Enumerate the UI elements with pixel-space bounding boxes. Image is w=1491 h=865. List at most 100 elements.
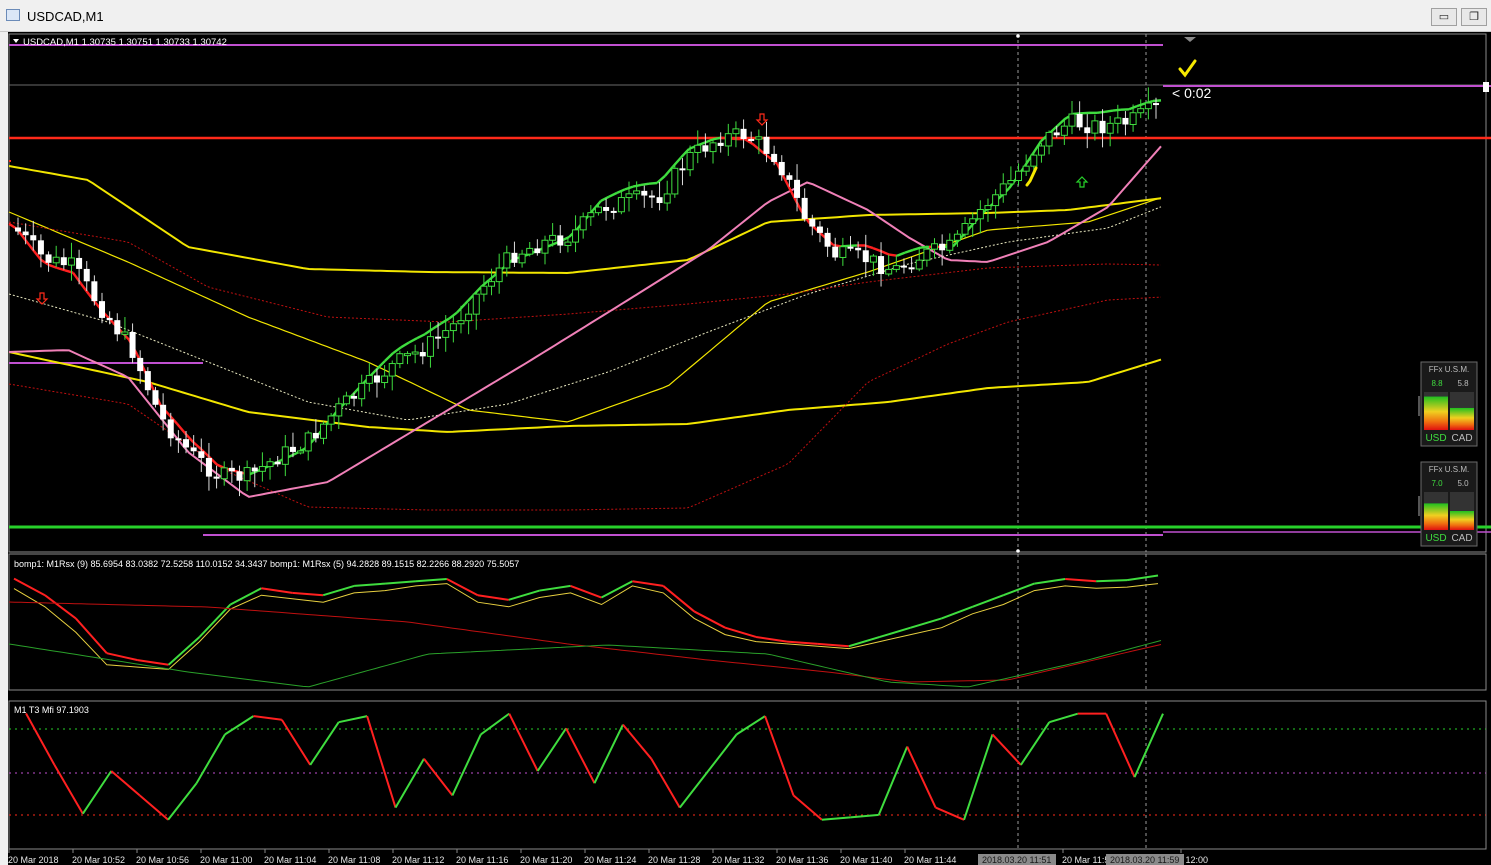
cursor-dot	[1016, 34, 1020, 38]
candle-body	[480, 285, 488, 295]
mfi-segment	[195, 733, 226, 784]
dropdown-triangle-icon[interactable]	[13, 39, 19, 43]
candle-body	[30, 235, 37, 241]
candle-body	[572, 229, 580, 243]
candle-body	[297, 450, 305, 454]
candle-body	[1037, 145, 1045, 156]
candle-body	[266, 461, 274, 468]
rsx-5-segment	[415, 577, 447, 583]
candle-body	[373, 375, 380, 383]
candle-body	[236, 471, 243, 481]
time-label: r 12:00	[1180, 855, 1208, 865]
candle-body	[1015, 170, 1023, 181]
rsx-indicator-label: bomp1: M1Rsx (9) 85.6954 83.0382 72.5258…	[14, 559, 519, 569]
mfi-segment	[224, 715, 254, 736]
scroll-marker-icon[interactable]	[1184, 37, 1196, 42]
candle-body	[99, 301, 106, 318]
candle-body	[832, 246, 839, 258]
candle-body	[60, 257, 67, 266]
candle-body	[869, 255, 877, 263]
usm-cad-bar	[1450, 407, 1474, 430]
rsx-5-segment	[910, 617, 942, 629]
time-label: 20 Mar 10:56	[136, 855, 189, 865]
candle-body	[603, 207, 610, 211]
rsx-5-segment	[786, 640, 818, 645]
fast-ma-segment	[880, 249, 890, 256]
candle-body	[258, 466, 266, 472]
candle-body	[22, 231, 29, 236]
rsx-5-segment	[137, 659, 169, 666]
candle-body	[900, 265, 907, 268]
rsx-slow-line	[8, 640, 1162, 688]
usm-usd-value: 8.8	[1431, 379, 1443, 388]
time-axis: 20 Mar 2018 20 Mar 10:52 20 Mar 10:56 20 Ma…	[8, 849, 1208, 865]
candle-body	[778, 161, 785, 176]
candle-body	[419, 352, 426, 357]
candle-body	[847, 246, 854, 249]
rsx-5-segment	[198, 603, 232, 638]
mfi-segment	[935, 806, 965, 821]
candle-body	[312, 432, 319, 439]
fast-ma-segment	[600, 195, 610, 202]
candle-body	[335, 403, 343, 417]
candle-body	[839, 246, 847, 258]
candle-body	[579, 216, 587, 231]
chart-window-icon	[6, 9, 20, 21]
candle-body	[67, 257, 75, 266]
rsx-5-segment	[354, 582, 386, 587]
minimize-button[interactable]: ▭	[1431, 8, 1457, 26]
rsx-9-line	[13, 583, 1159, 670]
rsx-panel-border	[8, 553, 1487, 691]
fast-ma-segment	[640, 182, 650, 187]
candle-body	[633, 190, 641, 195]
time-label: 20 Mar 11:04	[264, 855, 316, 865]
candle-body	[304, 432, 312, 452]
candle-body	[587, 212, 595, 218]
usm-side-marker	[1418, 496, 1420, 516]
candle-body	[243, 467, 251, 482]
usm-usd-label: USD	[1425, 533, 1446, 544]
candle-body	[167, 419, 174, 439]
restore-button[interactable]: ❐	[1461, 8, 1487, 26]
candle-body	[724, 133, 732, 147]
fast-ma-segment	[1112, 108, 1122, 112]
fast-ma-segment	[608, 191, 618, 198]
candle-body	[732, 128, 740, 135]
candle-body	[220, 467, 228, 480]
fast-ma-segment	[904, 248, 914, 254]
candle-body	[137, 357, 144, 372]
mfi-segment	[53, 764, 84, 815]
rsx-5-segment	[477, 594, 509, 601]
mfi-segment	[792, 794, 823, 821]
candle-body	[388, 363, 396, 377]
usm-widget: FFx U.S.M. 7.0 5.0 USD CAD	[1418, 461, 1478, 547]
candle-body	[740, 128, 747, 139]
rsx-5-segment	[44, 594, 77, 620]
rsx-5-segment	[1065, 577, 1097, 583]
time-label: 20 Mar 10:52	[72, 855, 125, 865]
checkmark-icon	[1178, 59, 1197, 78]
usm-cad-bar	[1450, 511, 1474, 530]
rsx-5-segment	[693, 610, 726, 629]
rsx-5-segment	[972, 594, 1004, 608]
candle-body	[557, 235, 564, 246]
usm-side-marker	[1418, 396, 1420, 416]
chart-canvas[interactable]: USDCAD,M1 1.30735 1.30751 1.30733 1.3074…	[8, 32, 1491, 865]
candle-body	[465, 313, 473, 322]
mfi-segment	[678, 770, 709, 809]
fast-ma-segment	[432, 322, 442, 330]
fast-ma-segment	[888, 253, 898, 257]
candle-body	[946, 239, 954, 251]
candle-body	[37, 240, 44, 255]
candle-body	[121, 331, 129, 335]
fast-ma-segment	[416, 333, 426, 340]
chart-area[interactable]: USDCAD,M1 1.30735 1.30751 1.30733 1.3074…	[8, 32, 1491, 865]
mfi-segment	[536, 727, 567, 772]
candle-body	[702, 145, 709, 152]
mfi-segment	[508, 713, 539, 772]
candle-body	[76, 257, 83, 269]
fast-ma-segment	[752, 143, 762, 152]
chart-header-ohlc: USDCAD,M1 1.30735 1.30751 1.30733 1.3074…	[23, 37, 227, 48]
candle-body	[617, 197, 625, 213]
candle-body	[534, 248, 541, 254]
